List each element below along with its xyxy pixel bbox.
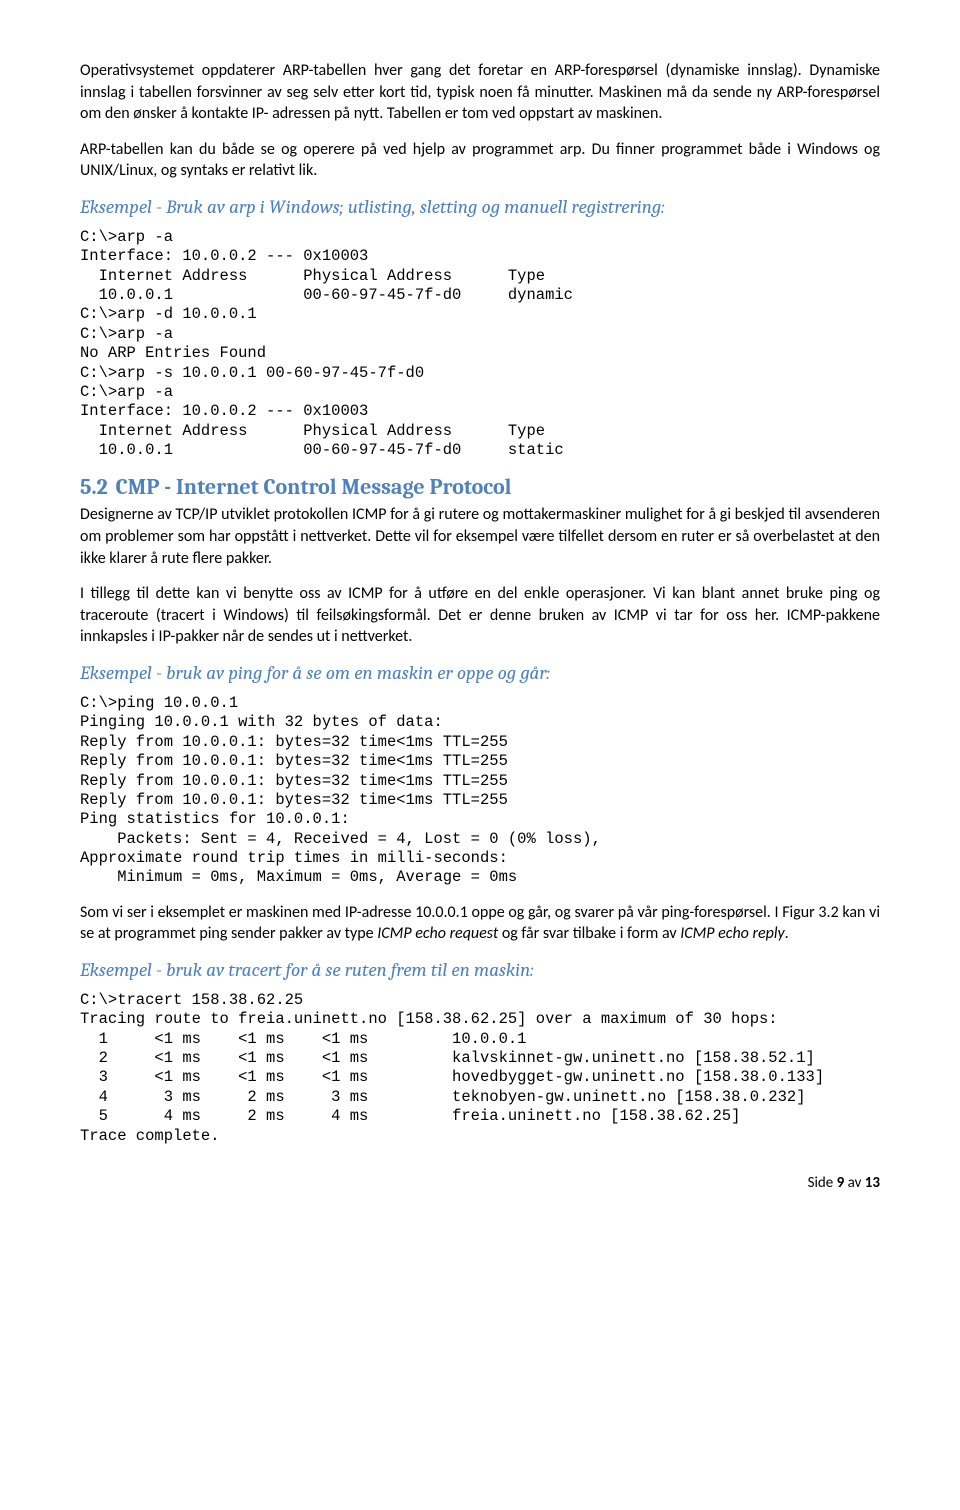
example-heading: Eksempel - bruk av tracert for å se rute… [80, 959, 880, 981]
code-block: C:\>arp -a Interface: 10.0.0.2 --- 0x100… [80, 228, 880, 461]
code-block: C:\>ping 10.0.0.1 Pinging 10.0.0.1 with … [80, 694, 880, 888]
footer-text: av [844, 1174, 865, 1192]
code-block: C:\>tracert 158.38.62.25 Tracing route t… [80, 991, 880, 1146]
section-number: 5.2 [80, 474, 108, 500]
paragraph: Som vi ser i eksemplet er maskinen med I… [80, 902, 880, 945]
text: . [785, 924, 789, 943]
paragraph: I tillegg til dette kan vi benytte oss a… [80, 583, 880, 648]
italic-text: ICMP echo reply [680, 924, 784, 943]
paragraph: Designerne av TCP/IP utviklet protokolle… [80, 504, 880, 569]
document-page: Operativsystemet oppdaterer ARP-tabellen… [0, 0, 960, 1232]
section-heading: 5.2 CMP - Internet Control Message Protoc… [80, 474, 880, 500]
footer-text: Side [808, 1174, 837, 1192]
example-heading: Eksempel - Bruk av arp i Windows; utlist… [80, 196, 880, 218]
page-footer: Side 9 av 13 [80, 1174, 880, 1192]
italic-text: ICMP echo request [377, 924, 498, 943]
example-heading: Eksempel - bruk av ping for å se om en m… [80, 662, 880, 684]
total-pages: 13 [865, 1174, 880, 1192]
paragraph: Operativsystemet oppdaterer ARP-tabellen… [80, 60, 880, 125]
text: og får svar tilbake i form av [498, 924, 680, 943]
section-title: CMP - Internet Control Message Protocol [116, 474, 512, 500]
paragraph: ARP-tabellen kan du både se og operere p… [80, 139, 880, 182]
